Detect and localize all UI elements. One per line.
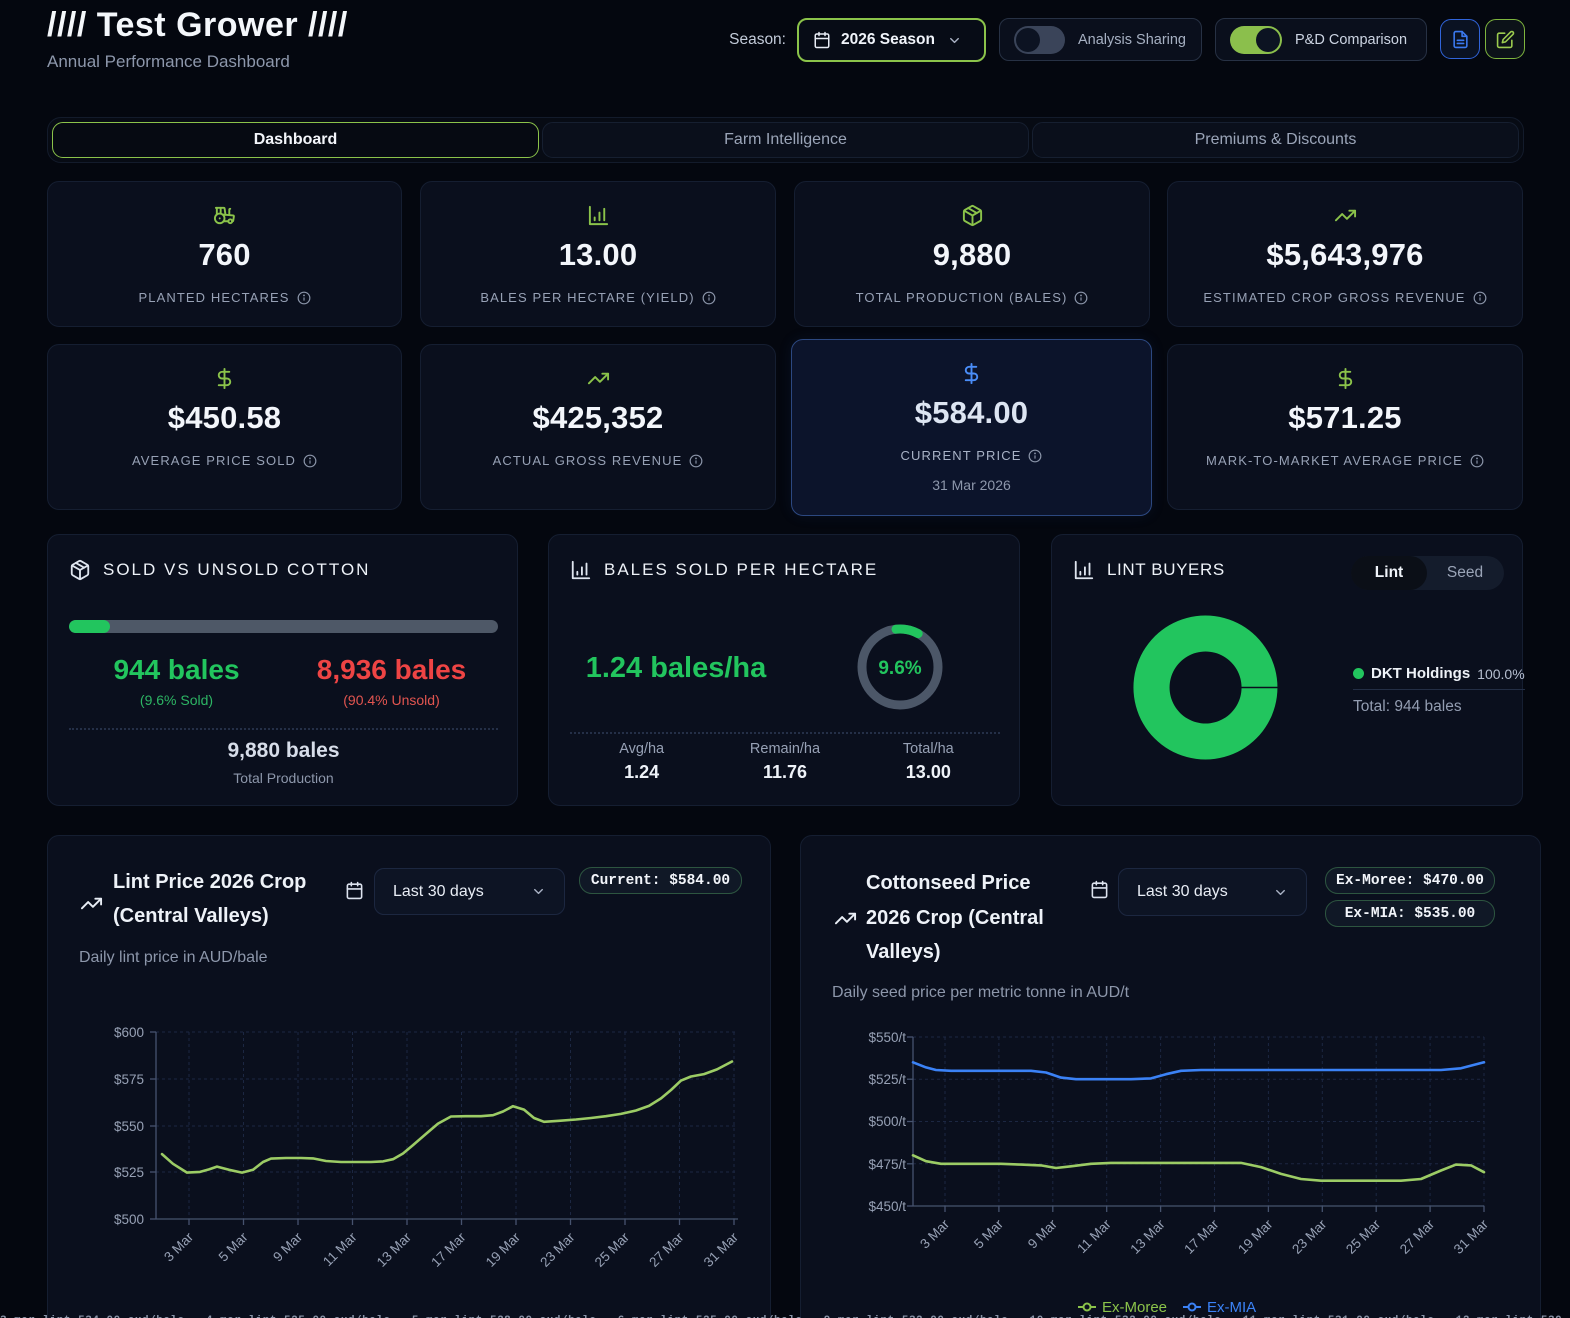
svg-text:5 Mar: 5 Mar: [216, 1229, 251, 1264]
svg-text:$500/t: $500/t: [868, 1114, 906, 1129]
svg-text:$525/t: $525/t: [868, 1072, 906, 1087]
svg-text:23 Mar: 23 Mar: [1289, 1216, 1330, 1257]
svg-text:$600: $600: [114, 1025, 144, 1040]
svg-text:11 Mar: 11 Mar: [320, 1229, 360, 1269]
svg-text:$525: $525: [114, 1165, 144, 1180]
svg-text:$575: $575: [114, 1072, 144, 1087]
svg-text:27 Mar: 27 Mar: [646, 1229, 687, 1270]
svg-text:$550: $550: [114, 1119, 144, 1134]
svg-text:$450/t: $450/t: [868, 1199, 906, 1214]
svg-text:19 Mar: 19 Mar: [1235, 1216, 1276, 1257]
svg-text:13 Mar: 13 Mar: [374, 1229, 415, 1270]
svg-text:9 Mar: 9 Mar: [270, 1229, 305, 1264]
svg-text:17 Mar: 17 Mar: [428, 1229, 469, 1270]
svg-text:11 Mar: 11 Mar: [1074, 1216, 1114, 1256]
svg-text:$550/t: $550/t: [868, 1030, 906, 1045]
svg-text:31 Mar: 31 Mar: [1451, 1216, 1492, 1257]
svg-text:5 Mar: 5 Mar: [971, 1216, 1006, 1251]
svg-text:25 Mar: 25 Mar: [1343, 1216, 1384, 1257]
svg-text:9.6%: 9.6%: [878, 658, 921, 679]
svg-text:9 Mar: 9 Mar: [1025, 1216, 1060, 1251]
svg-text:23 Mar: 23 Mar: [537, 1229, 578, 1270]
svg-text:3 Mar: 3 Mar: [161, 1229, 196, 1264]
svg-text:27 Mar: 27 Mar: [1397, 1216, 1438, 1257]
svg-text:3 Mar: 3 Mar: [917, 1216, 952, 1251]
svg-text:19 Mar: 19 Mar: [483, 1229, 524, 1270]
svg-text:25 Mar: 25 Mar: [592, 1229, 633, 1270]
svg-text:13 Mar: 13 Mar: [1127, 1216, 1168, 1257]
svg-text:$500: $500: [114, 1212, 144, 1227]
svg-text:31 Mar: 31 Mar: [701, 1229, 742, 1270]
svg-text:17 Mar: 17 Mar: [1181, 1216, 1222, 1257]
svg-text:$475/t: $475/t: [868, 1157, 906, 1172]
